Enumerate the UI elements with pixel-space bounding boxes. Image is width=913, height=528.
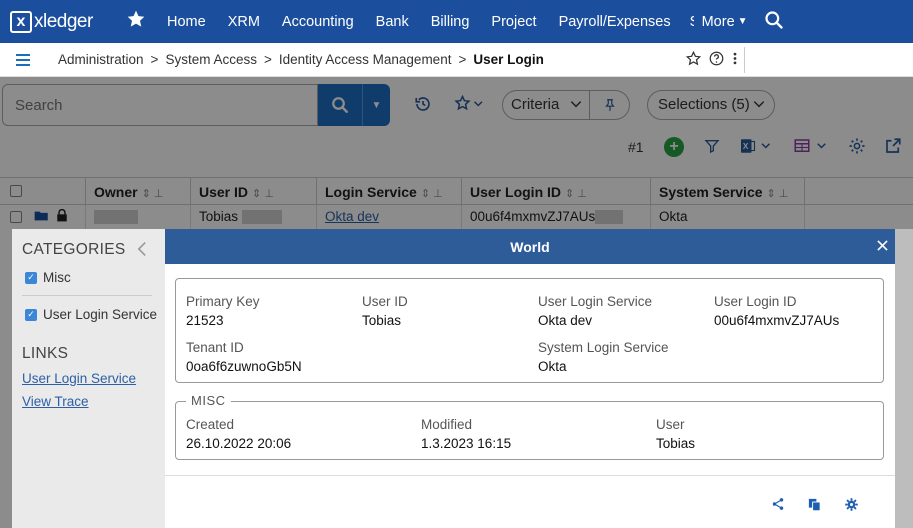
nav-payroll-expenses[interactable]: Payroll/Expenses <box>548 14 682 30</box>
help-icon[interactable] <box>709 51 724 69</box>
bookmark-star-icon[interactable] <box>685 50 702 69</box>
modal-footer-actions <box>771 497 859 515</box>
logo-mark: x <box>10 10 32 33</box>
collapse-panel-chevron-left-icon[interactable] <box>136 241 148 261</box>
misc-fieldset: MISC Created 26.10.2022 20:06 Modified 1… <box>175 393 884 460</box>
breadcrumb-separator: > <box>263 52 272 67</box>
field-primary-key: Primary Key 21523 <box>186 294 260 328</box>
top-navigation: x xledger Home XRM Accounting Bank Billi… <box>0 0 913 43</box>
share-icon[interactable] <box>771 497 785 515</box>
field-value: Tobias <box>656 436 696 451</box>
caret-down-icon: ▼ <box>737 16 748 27</box>
checkbox-checked[interactable]: ✓ <box>25 308 37 321</box>
field-user-id: User ID Tobias <box>362 294 408 328</box>
nav-project[interactable]: Project <box>480 14 547 30</box>
nav-truncated-item[interactable]: S <box>682 14 694 30</box>
xledger-logo[interactable]: x xledger <box>10 10 110 33</box>
category-label: User Login Service <box>43 307 158 322</box>
category-misc[interactable]: ✓ Misc <box>25 270 71 285</box>
link-view-trace[interactable]: View Trace <box>22 394 89 409</box>
field-value: 0oa6f6zuwnoGb5N <box>186 359 302 374</box>
breadcrumb-bar: Administration > System Access > Identit… <box>0 43 913 77</box>
field-user: User Tobias <box>656 417 695 451</box>
link-user-login-service[interactable]: User Login Service <box>22 371 136 386</box>
breadcrumb-item-administration[interactable]: Administration <box>58 52 144 67</box>
field-value: Tobias <box>362 313 402 328</box>
field-label: Created <box>186 417 235 432</box>
field-label: User <box>656 417 685 432</box>
field-label: User Login Service <box>538 294 653 309</box>
field-label: Tenant ID <box>186 340 244 355</box>
settings-gear-icon[interactable] <box>844 497 859 515</box>
breadcrumb-item-system-access[interactable]: System Access <box>165 52 257 67</box>
category-label: Misc <box>43 270 71 285</box>
close-icon[interactable] <box>877 238 888 255</box>
field-value: 21523 <box>186 313 224 328</box>
field-label: User Login ID <box>714 294 797 309</box>
breadcrumb-separator: > <box>150 52 159 67</box>
modal-scrollbar[interactable] <box>895 229 913 528</box>
nav-accounting[interactable]: Accounting <box>271 14 365 30</box>
field-label: User ID <box>362 294 408 309</box>
nav-home[interactable]: Home <box>156 14 217 30</box>
checkbox-checked[interactable]: ✓ <box>25 271 37 284</box>
misc-legend: MISC <box>186 393 231 408</box>
modal-header: World <box>165 229 895 264</box>
field-modified: Modified 1.3.2023 16:15 <box>421 417 511 451</box>
field-user-login-id: User Login ID 00u6f4mxmvZJ7AUs <box>714 294 839 328</box>
nav-more-dropdown[interactable]: More ▼ <box>694 14 754 30</box>
links-title: LINKS <box>22 345 69 362</box>
nav-more-label: More <box>701 13 735 30</box>
divider <box>744 47 745 73</box>
search-icon[interactable] <box>764 10 784 33</box>
field-system-login-service: System Login Service Okta <box>538 340 669 374</box>
copy-icon[interactable] <box>807 497 822 515</box>
field-value: Okta dev <box>538 313 593 328</box>
categories-title: CATEGORIES <box>22 241 126 258</box>
breadcrumb-item-identity-access-management[interactable]: Identity Access Management <box>279 52 452 67</box>
main-fields-card: Primary Key 21523 User ID Tobias User Lo… <box>175 278 884 383</box>
breadcrumb-current: User Login <box>473 52 544 67</box>
breadcrumb-separator: > <box>458 52 467 67</box>
hamburger-menu-icon[interactable] <box>16 53 30 66</box>
field-created: Created 26.10.2022 20:06 <box>186 417 291 451</box>
favorites-star-icon[interactable] <box>126 9 148 35</box>
field-value: 00u6f4mxmvZJ7AUs <box>714 313 840 328</box>
field-tenant-id: Tenant ID 0oa6f6zuwnoGb5N <box>186 340 302 374</box>
field-value: 26.10.2022 20:06 <box>186 436 292 451</box>
kebab-menu-icon[interactable] <box>732 51 738 69</box>
field-user-login-service: User Login Service Okta dev <box>538 294 652 328</box>
logo-text: xledger <box>34 10 93 32</box>
modal-title: World <box>510 239 550 255</box>
field-label: System Login Service <box>538 340 669 355</box>
modal-side-panel: CATEGORIES ✓ Misc ✓ User Login Service L… <box>12 229 165 528</box>
nav-xrm[interactable]: XRM <box>217 14 271 30</box>
field-label: Modified <box>421 417 473 432</box>
divider <box>22 295 152 296</box>
record-detail-modal: World Primary Key 21523 User ID Tobias U… <box>165 229 895 528</box>
nav-bank[interactable]: Bank <box>365 14 420 30</box>
page-actions <box>685 43 745 77</box>
modal-footer-divider <box>165 475 895 476</box>
main-menu: Home XRM Accounting Bank Billing Project… <box>156 14 754 30</box>
breadcrumb: Administration > System Access > Identit… <box>58 52 544 67</box>
nav-billing[interactable]: Billing <box>420 14 481 30</box>
field-value: 1.3.2023 16:15 <box>421 436 512 451</box>
field-label: Primary Key <box>186 294 260 309</box>
category-user-login-service[interactable]: ✓ User Login Service <box>25 307 157 322</box>
field-value: Okta <box>538 359 567 374</box>
